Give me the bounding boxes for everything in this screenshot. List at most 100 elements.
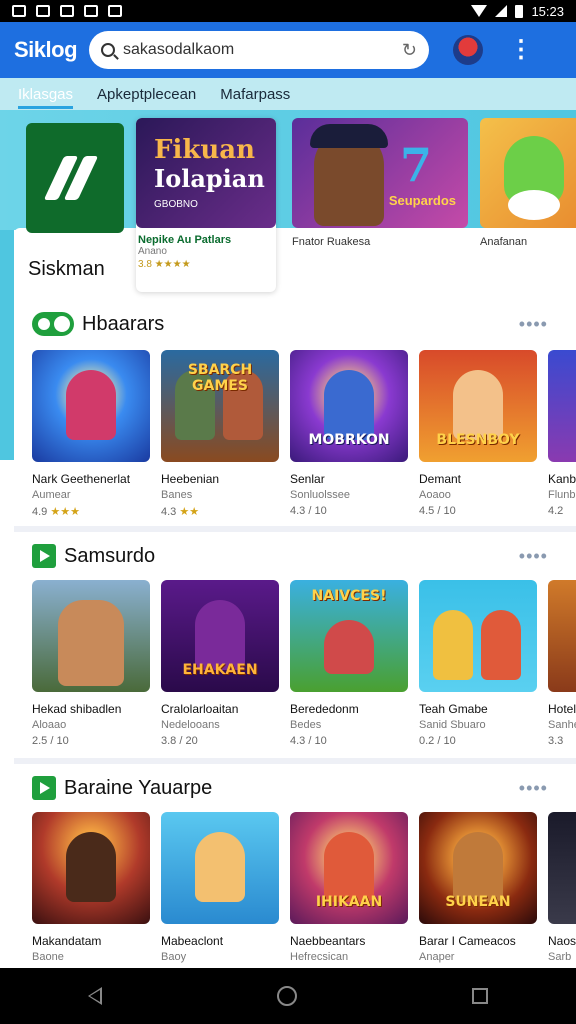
featured-card-2-image: 7 Seupardos — [292, 118, 468, 228]
app-card[interactable]: NAIVCES! Berededonm Bedes 4.3 / 10 — [290, 580, 408, 747]
app-card[interactable]: Hotel Sanhe 3.3 — [548, 580, 576, 747]
featured-app-tile[interactable] — [26, 123, 124, 233]
app-developer: Sanhe — [548, 719, 576, 731]
tab-mafarpass[interactable]: Mafarpass — [220, 80, 290, 109]
app-thumbnail — [548, 350, 576, 462]
app-rating — [161, 963, 279, 967]
status-bar: 15:23 — [0, 0, 576, 22]
app-card[interactable]: SUNEAN Barar I Cameacos Anaper — [419, 812, 537, 979]
app-icon — [60, 5, 74, 17]
character-art — [504, 136, 564, 220]
app-card[interactable]: EHAKAEN Cralolarloaitan Nedelooans 3.8 /… — [161, 580, 279, 747]
toggle-icon[interactable] — [32, 312, 74, 336]
app-thumbnail — [548, 580, 576, 692]
featured-card-3-caption: Anafanan — [480, 236, 528, 248]
play-icon — [32, 776, 56, 800]
app-rating: 2.5 / 10 — [32, 735, 69, 747]
featured-card-2-caption: Fnator Ruakesa — [292, 236, 371, 248]
section-divider — [14, 526, 576, 532]
app-card[interactable]: Hekad shibadlen Aloaao 2.5 / 10 — [32, 580, 150, 747]
app-card[interactable]: IHIKAAN Naebbeantars Hefrecsican — [290, 812, 408, 979]
app-rating — [419, 963, 537, 967]
character-art — [310, 124, 388, 226]
app-name: Barar I Cameacos — [419, 934, 516, 948]
featured-card[interactable]: Fikuan Iolapian GBOBNO Nepike Au Patlars… — [136, 118, 276, 292]
app-developer: Sonluolssee — [290, 489, 350, 501]
app-thumbnail: IHIKAAN — [290, 812, 408, 924]
app-developer: Sanid Sbuaro — [419, 719, 486, 731]
app-card[interactable]: MOBRKON Senlar Sonluolssee 4.3 / 10 — [290, 350, 408, 518]
more-dots-icon[interactable]: •••• — [519, 546, 548, 567]
app-card[interactable]: Nark Geethenerlat Aumear 4.9 ★★★ — [32, 350, 150, 518]
app-card[interactable]: Makandatam Baone 3.3 / 10 — [32, 812, 150, 979]
app-thumbnail — [32, 812, 150, 924]
app-thumbnail — [419, 580, 537, 692]
home-icon[interactable] — [276, 986, 297, 1006]
app-thumbnail: MOBRKON — [290, 350, 408, 462]
app-developer: Banes — [161, 489, 193, 501]
back-icon[interactable] — [87, 987, 102, 1005]
app-thumbnail: BLESNBOY — [419, 350, 537, 462]
app-card[interactable]: Teah Gmabe Sanid Sbuaro 0.2 / 10 — [419, 580, 537, 747]
signal-icon — [495, 5, 508, 17]
app-row: Hekad shibadlen Aloaao 2.5 / 10 EHAKAEN … — [32, 580, 576, 747]
featured-card-sub: Anano — [138, 246, 167, 257]
logo: Siklog — [14, 37, 78, 62]
app-developer: Hefrecsican — [290, 951, 349, 963]
star-icons: ★★★ — [50, 506, 80, 518]
app-developer: Aloaao — [32, 719, 67, 731]
app-name: Naos — [548, 934, 576, 948]
app-thumbnail — [32, 580, 150, 692]
avatar[interactable] — [453, 35, 484, 65]
battery-icon — [515, 4, 524, 18]
app-thumbnail — [548, 812, 576, 924]
app-rating — [290, 963, 408, 967]
featured-card-rating: 3.8 ★★★★ — [138, 259, 191, 270]
tab-apkeptplecean[interactable]: Apkeptplecean — [97, 80, 196, 109]
featured-app-name: Siskman — [28, 258, 105, 280]
app-name: Senlar — [290, 472, 325, 486]
featured-card-3[interactable]: Anafanan — [480, 118, 576, 248]
more-dots-icon[interactable]: •••• — [519, 778, 548, 799]
thumb-title: SBARCH GAMES — [187, 362, 253, 394]
app-card[interactable]: Mabeaclont Baoy — [161, 812, 279, 979]
tab-bar: Iklasgas Apkeptplecean Mafarpass — [0, 78, 576, 110]
recent-apps-icon[interactable] — [472, 988, 489, 1004]
refresh-icon[interactable]: ↻ — [402, 40, 417, 61]
search-input[interactable] — [123, 41, 394, 59]
app-name: Naebbeantars — [290, 934, 366, 948]
app-thumbnail — [32, 350, 150, 462]
card-tagline: GBOBNO — [154, 199, 198, 211]
system-nav-bar — [0, 968, 576, 1024]
app-developer: Anaper — [419, 951, 455, 963]
app-rating: 4.3 ★★ — [161, 506, 200, 518]
more-dots-icon[interactable]: •••• — [519, 314, 548, 335]
app-store-screen: 15:23 Siklog ↻ ⋮ Iklasgas Apkeptplecean … — [0, 0, 576, 1024]
section-header: Hbaarars — [32, 312, 164, 336]
app-rating: 4.5 / 10 — [419, 505, 456, 517]
app-name: Teah Gmabe — [419, 702, 488, 716]
app-name: Mabeaclont — [161, 934, 224, 948]
search-bar[interactable]: ↻ — [89, 31, 430, 69]
app-rating: 3.8 / 20 — [161, 735, 198, 747]
app-header: Siklog ↻ ⋮ — [0, 22, 576, 78]
side-accent — [0, 230, 14, 460]
app-card[interactable]: Kanbe Flunbe 4.2 — [548, 350, 576, 518]
thumb-title: NAIVCES! — [311, 588, 387, 604]
featured-card-2[interactable]: 7 Seupardos Fnator Ruakesa — [292, 118, 468, 248]
app-card[interactable]: Naos Sarb — [548, 812, 576, 979]
app-name: Heebenian — [161, 472, 220, 486]
app-name: Nark Geethenerlat — [32, 472, 131, 486]
message-icon — [108, 5, 122, 17]
section-header: Baraine Yauarpe — [32, 776, 212, 800]
app-developer: Aoaoo — [419, 489, 451, 501]
app-card[interactable]: SBARCH GAMES Heebenian Banes 4.3 ★★ — [161, 350, 279, 518]
app-thumbnail: SBARCH GAMES — [161, 350, 279, 462]
app-rating: 4.3 / 10 — [290, 735, 327, 747]
tab-iklasgas[interactable]: Iklasgas — [18, 80, 74, 109]
app-rating — [548, 963, 576, 967]
thumb-title: MOBRKON — [308, 432, 390, 448]
app-card[interactable]: BLESNBOY Demant Aoaoo 4.5 / 10 — [419, 350, 537, 518]
app-row: Makandatam Baone 3.3 / 10 Mabeaclont Bao… — [32, 812, 576, 979]
more-vert-icon[interactable]: ⋮ — [509, 38, 533, 62]
